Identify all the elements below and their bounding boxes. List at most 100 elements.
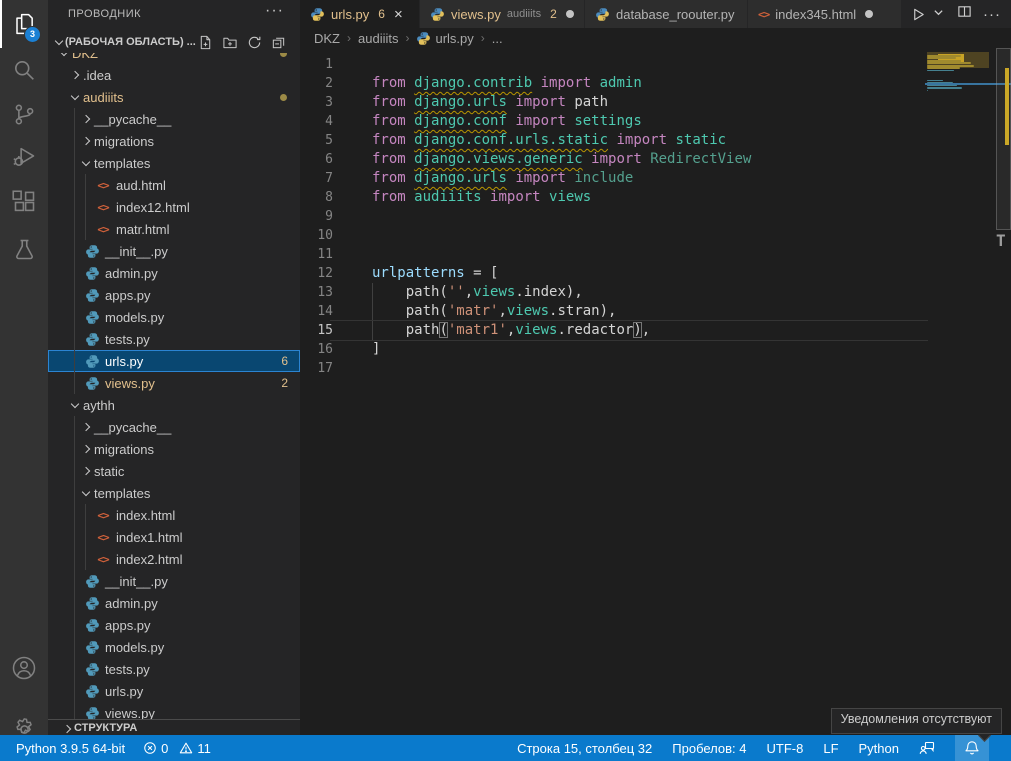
tree-file-tests-py[interactable]: tests.py <box>48 328 300 350</box>
code-token: .stran), <box>549 303 616 319</box>
tree-file-views-py[interactable]: views.py2 <box>48 372 300 394</box>
extensions-activity-icon[interactable] <box>0 180 48 224</box>
tree-file-apps-py[interactable]: apps.py <box>48 614 300 636</box>
explorer-activity-icon[interactable]: 3 <box>0 2 48 46</box>
refresh-icon[interactable] <box>247 35 262 50</box>
line-number[interactable]: 10 <box>300 226 333 245</box>
workspace-section-header[interactable]: (РАБОЧАЯ ОБЛАСТЬ) ... <box>48 31 300 53</box>
close-tab-icon[interactable]: × <box>394 7 403 22</box>
tab-database-roouter-py[interactable]: database_roouter.py <box>585 0 748 28</box>
line-number[interactable]: 4 <box>300 112 333 131</box>
tab-index345-html[interactable]: <>index345.html <box>748 0 908 28</box>
eol-status[interactable]: LF <box>823 741 838 756</box>
new-folder-icon[interactable] <box>222 35 238 50</box>
account-activity-icon[interactable] <box>0 646 48 690</box>
code-line-14[interactable]: path('matr',views.stran), <box>372 302 616 321</box>
tree-folder--idea[interactable]: .idea <box>48 64 300 86</box>
line-number[interactable]: 17 <box>300 359 333 378</box>
tree-file-views-py[interactable]: views.py <box>48 702 300 719</box>
tree-file-admin-py[interactable]: admin.py <box>48 592 300 614</box>
run-and-debug-activity-icon[interactable] <box>0 134 48 178</box>
tree-folder--pycache-[interactable]: __pycache__ <box>48 416 300 438</box>
tree-file-tests-py[interactable]: tests.py <box>48 658 300 680</box>
run-dropdown-chevron-icon[interactable] <box>933 5 944 23</box>
breadcrumb-item[interactable]: DKZ <box>314 31 340 46</box>
line-number[interactable]: 12 <box>300 264 333 283</box>
breadcrumb-item[interactable]: urls.py <box>435 31 473 46</box>
feedback-button[interactable] <box>919 735 935 761</box>
line-number[interactable]: 3 <box>300 93 333 112</box>
code-token: from <box>372 170 406 186</box>
line-number[interactable]: 14 <box>300 302 333 321</box>
tree-file-urls-py[interactable]: urls.py6 <box>48 350 300 372</box>
code-line-6[interactable]: from django.views.generic import Redirec… <box>372 150 751 169</box>
line-number[interactable]: 5 <box>300 131 333 150</box>
split-editor-button[interactable] <box>957 4 972 24</box>
language-mode-status[interactable]: Python <box>859 741 899 756</box>
line-number[interactable]: 8 <box>300 188 333 207</box>
breadcrumb-item[interactable]: audiiits <box>358 31 398 46</box>
minimap[interactable] <box>925 50 995 150</box>
line-number[interactable]: 7 <box>300 169 333 188</box>
tree-file-models-py[interactable]: models.py <box>48 306 300 328</box>
line-number[interactable]: 13 <box>300 283 333 302</box>
indentation-status[interactable]: Пробелов: 4 <box>672 741 746 756</box>
problems-status[interactable]: 0 11 <box>143 741 211 756</box>
tree-file-models-py[interactable]: models.py <box>48 636 300 658</box>
outline-section-header[interactable]: СТРУКТУРА <box>48 719 300 736</box>
dirty-dot-icon[interactable] <box>566 10 574 18</box>
line-number[interactable]: 15 <box>300 321 333 340</box>
tab-views-py[interactable]: views.pyaudiiits2 <box>420 0 585 28</box>
tree-folder-migrations[interactable]: migrations <box>48 130 300 152</box>
tree-file-admin-py[interactable]: admin.py <box>48 262 300 284</box>
code-line-7[interactable]: from django.urls import include <box>372 169 633 188</box>
code-editor[interactable]: 1234567891011121314151617 from django.co… <box>300 48 1011 735</box>
code-line-4[interactable]: from django.conf import settings <box>372 112 642 131</box>
encoding-status[interactable]: UTF-8 <box>767 741 804 756</box>
tab-urls-py[interactable]: urls.py6× <box>300 0 420 28</box>
more-actions-icon[interactable]: ··· <box>983 6 1001 23</box>
code-line-16[interactable]: ] <box>372 340 380 359</box>
tree-file--init-py[interactable]: __init__.py <box>48 240 300 262</box>
code-line-15[interactable]: path('matr1',views.redactor), <box>372 321 650 340</box>
tree-file--init-py[interactable]: __init__.py <box>48 570 300 592</box>
line-number[interactable]: 11 <box>300 245 333 264</box>
code-line-2[interactable]: from django.contrib import admin <box>372 74 642 93</box>
run-button[interactable] <box>911 7 926 22</box>
code-line-5[interactable]: from django.conf.urls.static import stat… <box>372 131 726 150</box>
cursor-position-status[interactable]: Строка 15, столбец 32 <box>517 741 652 756</box>
code-line-12[interactable]: urlpatterns = [ <box>372 264 498 283</box>
tree-file-urls-py[interactable]: urls.py <box>48 680 300 702</box>
new-file-icon[interactable] <box>198 35 213 50</box>
tree-folder-templates[interactable]: templates <box>48 152 300 174</box>
code-line-8[interactable]: from audiiits import views <box>372 188 591 207</box>
tree-folder--pycache-[interactable]: __pycache__ <box>48 108 300 130</box>
explorer-more-actions-icon[interactable]: ··· <box>265 2 284 20</box>
code-line-13[interactable]: path('',views.index), <box>372 283 583 302</box>
line-number[interactable]: 6 <box>300 150 333 169</box>
tree-folder-dkz[interactable]: DKZ <box>48 53 300 64</box>
line-number[interactable]: 2 <box>300 74 333 93</box>
search-activity-icon[interactable] <box>0 48 48 92</box>
tree-file-apps-py[interactable]: apps.py <box>48 284 300 306</box>
testing-activity-icon[interactable] <box>0 227 48 271</box>
chevron-right-icon <box>82 137 90 145</box>
python-interpreter-status[interactable]: Python 3.9.5 64-bit <box>16 741 125 756</box>
line-number[interactable]: 9 <box>300 207 333 226</box>
source-control-activity-icon[interactable] <box>0 92 48 136</box>
tree-indent-guide <box>74 108 75 394</box>
breadcrumb-item[interactable]: ... <box>492 31 503 46</box>
dirty-dot-icon[interactable] <box>865 10 873 18</box>
code-token: from <box>372 151 406 167</box>
code-line-3[interactable]: from django.urls import path <box>372 93 608 112</box>
collapse-folders-icon[interactable] <box>271 35 286 50</box>
python-file-icon <box>430 7 445 22</box>
tree-folder-templates[interactable]: templates <box>48 482 300 504</box>
tree-folder-static[interactable]: static <box>48 460 300 482</box>
tree-indent-guide <box>85 174 86 240</box>
tree-folder-aythh[interactable]: aythh <box>48 394 300 416</box>
line-number[interactable]: 16 <box>300 340 333 359</box>
tree-folder-audiiits[interactable]: audiiits <box>48 86 300 108</box>
line-number[interactable]: 1 <box>300 55 333 74</box>
tree-folder-migrations[interactable]: migrations <box>48 438 300 460</box>
